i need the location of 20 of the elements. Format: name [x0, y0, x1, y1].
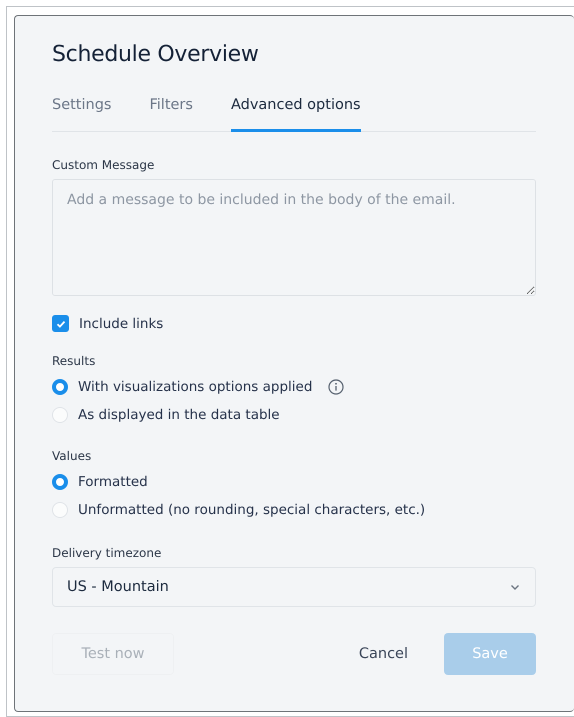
checkbox[interactable] [52, 315, 69, 332]
radio-button[interactable] [52, 474, 68, 490]
tab[interactable]: Settings [52, 97, 112, 132]
radio-label: Formatted [78, 474, 148, 490]
dialog-title: Schedule Overview [52, 42, 260, 67]
timezone-dropdown[interactable]: US - Mountain [52, 567, 536, 607]
group-label: Results [52, 354, 96, 368]
radio-button[interactable] [52, 379, 68, 395]
message-field[interactable]: Add a message to be included in the body of the email. [52, 179, 536, 296]
radio-label: Unformatted (no rounding, special characters, etc.) [78, 502, 426, 518]
checkbox-label: Include links [79, 316, 164, 332]
info-icon[interactable] [328, 379, 344, 395]
field-label: Custom Message [52, 158, 156, 172]
group-label: Values [52, 449, 92, 463]
tab[interactable]: Advanced options [230, 97, 361, 132]
cancel-button[interactable]: Cancel [336, 633, 430, 675]
tab[interactable]: Filters [149, 97, 193, 132]
radio-label: With visualizations options applied [78, 379, 312, 395]
radio-label: As displayed in the data table [78, 407, 280, 423]
field-label: Delivery timezone [52, 546, 162, 560]
